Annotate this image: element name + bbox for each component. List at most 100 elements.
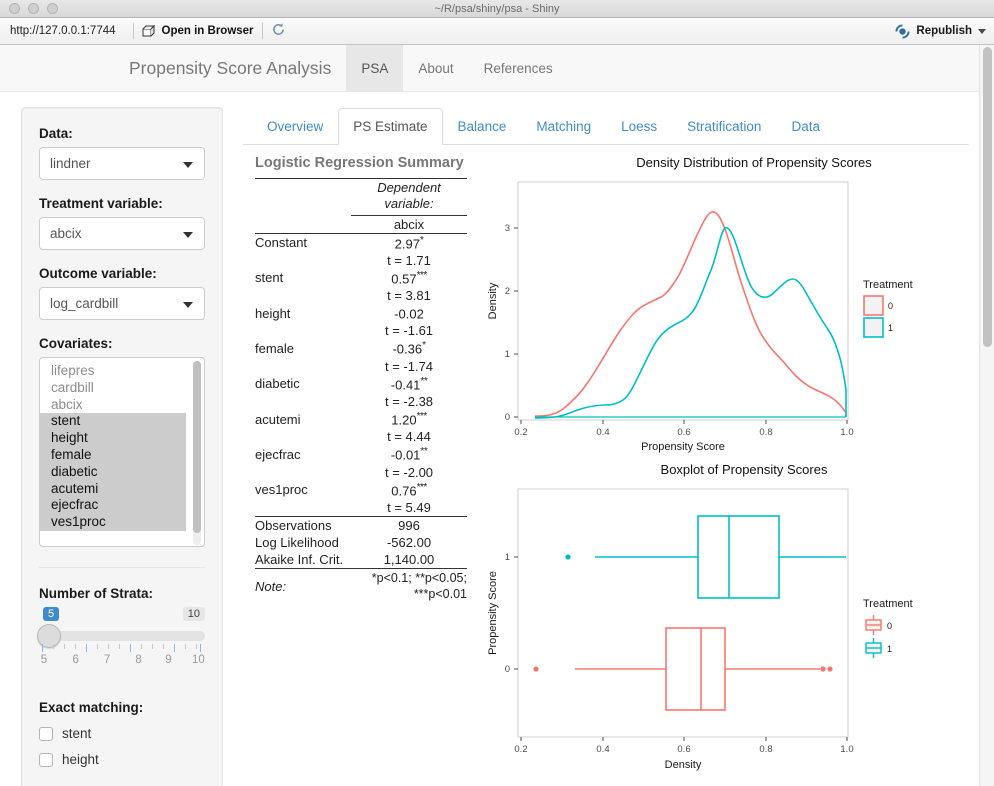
tab-bar: Overview PS Estimate Balance Matching Lo… — [243, 107, 969, 145]
tab-overview[interactable]: Overview — [252, 108, 338, 145]
coef-label: female — [255, 341, 295, 357]
strata-tick-label: 6 — [72, 654, 79, 666]
list-item[interactable]: stent — [40, 413, 186, 431]
list-item[interactable]: ejecfrac — [40, 497, 186, 515]
checkbox-height-label: height — [62, 752, 99, 767]
tab-matching[interactable]: Matching — [521, 108, 606, 145]
coef-estimate: 0.57*** — [391, 269, 428, 287]
boxplot-title: Boxplot of Propensity Scores — [660, 462, 828, 477]
covariates-scrollbar[interactable] — [193, 361, 201, 545]
list-item[interactable]: height — [40, 430, 186, 447]
coef-label: ejecfrac — [255, 447, 301, 463]
open-in-browser-button[interactable]: Open in Browser — [142, 24, 254, 38]
coef-label: stent — [255, 270, 284, 286]
legend-swatch-treated — [863, 317, 884, 338]
strata-tick-label: 8 — [135, 654, 142, 666]
viewer-toolbar: http://127.0.0.1:7744 Open in Browser Re… — [0, 18, 994, 45]
density-plot-title: Density Distribution of Propensity Score… — [636, 155, 872, 170]
chevron-down-icon — [183, 161, 193, 168]
boxplot-y-axis: 1 0 Propensity Score — [487, 552, 518, 675]
chevron-down-icon — [183, 231, 193, 238]
tab-data[interactable]: Data — [776, 108, 835, 145]
list-item[interactable]: cardbill — [40, 380, 186, 397]
x-tick-label: 0.4 — [596, 744, 609, 755]
significance-stars: *** — [416, 269, 428, 281]
window-title: ~/R/psa/shiny/psa - Shiny — [434, 2, 560, 15]
checkbox-stent[interactable] — [39, 726, 53, 741]
density-y-axis: 3 2 1 0 Density — [487, 223, 518, 423]
stat-value: 996 — [398, 518, 420, 534]
tab-panel-ps-estimate: Logistic Regression Summary Dependent va… — [243, 145, 969, 779]
exact-matching-label: Exact matching: — [39, 700, 144, 715]
table-row: ves1proc 0.76*** — [255, 481, 467, 499]
app-brand[interactable]: Propensity Score Analysis — [129, 45, 346, 91]
treatment-select[interactable]: abcix — [39, 217, 205, 250]
list-item[interactable]: abcix — [40, 397, 186, 414]
page-scrollbar-thumb[interactable] — [983, 47, 992, 347]
y-tick-label: 0 — [505, 664, 510, 675]
significance-stars: * — [419, 234, 424, 246]
shiny-app-page: Propensity Score Analysis PSA About Refe… — [0, 45, 994, 786]
y-tick-label: 3 — [505, 223, 510, 234]
checkbox-stent-label: stent — [62, 726, 92, 741]
list-item[interactable]: lifepres — [40, 363, 186, 380]
x-tick-label: 0.4 — [596, 427, 609, 438]
strata-tick-label: 9 — [165, 654, 172, 666]
outcome-select[interactable]: log_cardbill — [39, 287, 205, 320]
exact-matching-height-row[interactable]: height — [39, 752, 205, 767]
y-tick-label: 0 — [505, 412, 510, 423]
note-line1: *p<0.1; **p<0.05; — [371, 571, 467, 586]
density-panel — [517, 181, 849, 421]
legend-label-treated: 1 — [888, 323, 893, 333]
outcome-select-value: log_cardbill — [50, 296, 119, 311]
strata-slider[interactable] — [37, 624, 205, 648]
outlier-treated — [565, 554, 571, 560]
tab-stratification[interactable]: Stratification — [672, 108, 776, 145]
nav-item-psa[interactable]: PSA — [346, 45, 404, 91]
list-item[interactable]: acutemi — [40, 480, 186, 498]
nav-item-references[interactable]: References — [469, 45, 568, 91]
covariates-scrollbar-thumb[interactable] — [193, 361, 201, 533]
covariates-control-group: Covariates: lifepres cardbill abcix sten… — [39, 336, 205, 547]
tab-balance[interactable]: Balance — [443, 108, 522, 145]
table-row: diabetic -0.41** — [255, 375, 467, 393]
note-label: Note: — [255, 578, 287, 594]
republish-button[interactable]: Republish — [895, 23, 986, 39]
data-select[interactable]: lindner — [39, 147, 205, 180]
table-row: t = -1.61 — [255, 322, 467, 339]
table-row: Log Likelihood -562.00 — [255, 534, 467, 551]
x-tick-label: 0.8 — [759, 744, 772, 755]
y-tick-label: 1 — [505, 552, 510, 563]
coef-tstat: t = 1.71 — [387, 252, 431, 268]
outcome-label: Outcome variable: — [39, 266, 157, 281]
page-scrollbar[interactable] — [979, 45, 994, 786]
coef-tstat: t = -1.74 — [384, 358, 434, 374]
covariates-listbox[interactable]: lifepres cardbill abcix stent height fem… — [39, 357, 205, 547]
chevron-down-icon[interactable] — [978, 28, 986, 34]
exact-matching-stent-row[interactable]: stent — [39, 726, 205, 741]
viewer-url: http://127.0.0.1:7744 — [10, 25, 116, 37]
significance-stars: *** — [416, 411, 428, 423]
table-row: t = -1.74 — [255, 358, 467, 375]
table-row: female -0.36* — [255, 339, 467, 357]
density-x-axis: 0.2 0.4 0.6 0.8 1.0 Propensity Score — [514, 420, 854, 453]
legend-label-treated: 1 — [887, 644, 892, 654]
tab-ps-estimate[interactable]: PS Estimate — [338, 108, 443, 145]
table-row: Observations 996 — [255, 517, 467, 535]
checkbox-height[interactable] — [39, 752, 53, 767]
tab-loess[interactable]: Loess — [606, 108, 672, 145]
refresh-icon[interactable] — [271, 22, 286, 40]
list-item[interactable]: diabetic — [40, 463, 186, 481]
boxplot-panel — [517, 488, 849, 738]
coef-estimate: -0.02 — [394, 306, 424, 322]
table-row: Note: *p<0.1; **p<0.05; ***p<0.01 — [255, 569, 467, 604]
list-item[interactable]: ves1proc — [40, 514, 186, 531]
plots-column: Density Distribution of Propensity Score… — [483, 155, 969, 779]
coef-tstat: t = -1.61 — [384, 323, 434, 339]
legend-label-control: 0 — [888, 301, 893, 311]
treatment-control-group: Treatment variable: abcix — [39, 196, 205, 250]
publish-icon — [895, 23, 910, 39]
nav-item-about[interactable]: About — [403, 45, 468, 91]
table-row: t = 1.71 — [255, 252, 467, 269]
list-item[interactable]: female — [40, 446, 186, 464]
